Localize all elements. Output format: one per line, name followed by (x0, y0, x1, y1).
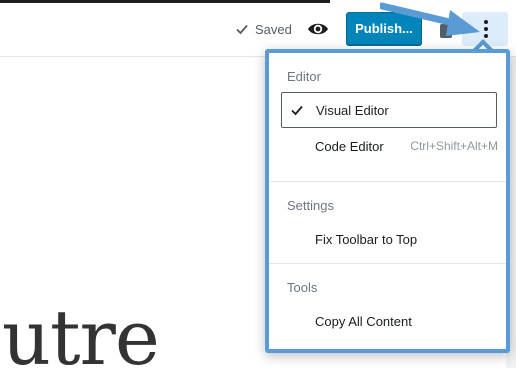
menu-item-label: Visual Editor (316, 102, 389, 118)
menu-item-copy-all-content[interactable]: Copy All Content (281, 303, 498, 339)
check-icon (236, 24, 248, 35)
check-icon (291, 105, 303, 116)
toolbar-top-edge (0, 0, 330, 3)
arrow-annotation (380, 2, 480, 36)
more-menu-dropdown: Editor Visual Editor Code Editor Ctrl+Sh… (265, 49, 510, 353)
saved-label: Saved (255, 21, 292, 37)
saved-status: Saved (235, 20, 292, 38)
menu-item-label: Code Editor (315, 138, 384, 154)
menu-item-fix-toolbar[interactable]: Fix Toolbar to Top (281, 221, 498, 257)
menu-group-tools: Tools Copy All Content (269, 263, 506, 349)
menu-item-label: Copy All Content (315, 313, 412, 329)
menu-group-settings: Settings Fix Toolbar to Top (269, 181, 506, 263)
eye-icon[interactable] (307, 19, 329, 39)
menu-group-label: Settings (287, 198, 334, 213)
menu-item-visual-editor[interactable]: Visual Editor (281, 92, 497, 128)
keyboard-shortcut: Ctrl+Shift+Alt+M (410, 139, 498, 153)
menu-group-editor: Editor Visual Editor Code Editor Ctrl+Sh… (269, 53, 506, 181)
editor-window: Saved Publish... utre Editor Visual Edit… (0, 0, 516, 368)
menu-group-label: Tools (287, 280, 318, 295)
menu-group-label: Editor (287, 69, 321, 84)
post-content-text[interactable]: utre (2, 300, 160, 368)
menu-item-label: Fix Toolbar to Top (315, 231, 418, 247)
menu-item-code-editor[interactable]: Code Editor Ctrl+Shift+Alt+M (281, 128, 498, 164)
